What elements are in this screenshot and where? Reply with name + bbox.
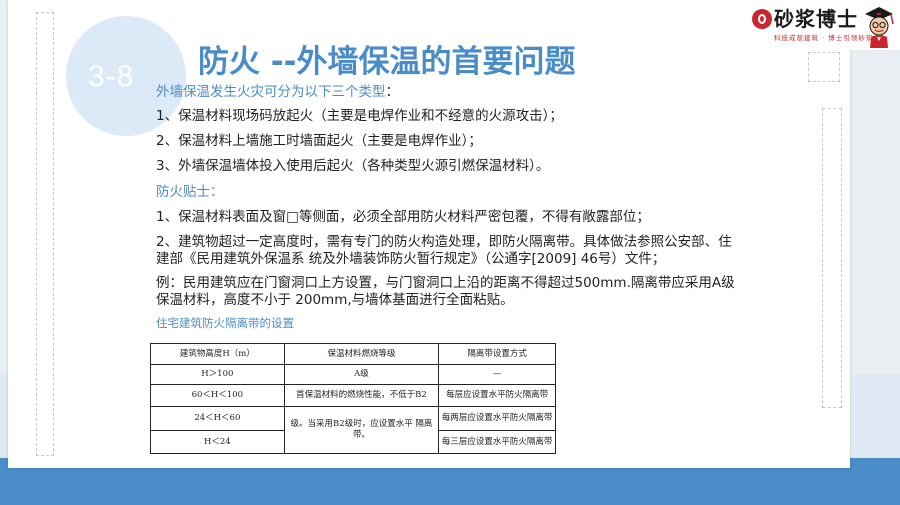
table-cell: 60＜H＜100 [150, 384, 285, 407]
fire-type-2: 2、保温材料上墙施工时墙面起火（主要是电焊作业）； [156, 133, 482, 149]
fire-type-1: 1、保温材料现场码放起火（主要是电焊作业和不经意的火源攻击）； [156, 108, 563, 124]
table-cell: 级。当采用B2级时，应设置水平 隔离带。 [283, 406, 440, 454]
slide-title: 防火 --外墙保温的首要问题 [198, 44, 576, 80]
table-header-cell: 隔离带设置方式 [438, 343, 556, 365]
mascot-icon [865, 7, 894, 48]
table-cell: A级 [283, 364, 440, 385]
table-header-row: 建筑物高度H（m） 保温材料燃烧等级 隔离带设置方式 [150, 343, 556, 365]
fire-type-3: 3、外墙保温墙体投入使用后起火（各种类型火源引燃保温材料）。 [156, 158, 550, 174]
table-header-cell: 保温材料燃烧等级 [283, 343, 440, 365]
tip-2-line-2: 建部《民用建筑外保温系 统及外墙装饰防火暂行规定》（公通字[2009] 46号）… [156, 251, 666, 267]
table-row: 24＜H＜60 级。当采用B2级时，应设置水平 隔离带。 每两层应设置水平防火隔… [150, 406, 556, 454]
table-cell: 首保温材料的燃烧性能，不低于B2 [283, 384, 440, 407]
section-number: 3-8 [88, 60, 135, 93]
placeholder-guide-right-top [808, 52, 840, 82]
table-cell: 每层应设置水平防火隔离带 [438, 384, 556, 407]
table-cell: 24＜H＜60 [150, 406, 285, 431]
tips-heading: 防火贴士： [156, 184, 224, 200]
table-cell: — [438, 364, 556, 385]
table-row: 60＜H＜100 首保温材料的燃烧性能，不低于B2 每层应设置水平防火隔离带 [150, 384, 556, 407]
intro-lead: 外墙保温发生火灾可分为以下三个类型 [156, 84, 386, 100]
table-cell: 每两层应设置水平防火隔离带 [438, 406, 556, 431]
tip-1: 1、保温材料表面及窗□等侧面，必须全部用防火材料严密包覆，不得有敞露部位； [156, 209, 650, 225]
table-row: H＞100 A级 — [150, 364, 556, 385]
intro-colon: ： [385, 84, 400, 100]
logo-name: 砂浆博士 [774, 7, 858, 31]
example-line-2: 保温材料，高度不小于 200mm,与墙体基面进行全面粘贴。 [156, 292, 514, 308]
placeholder-guide-right [822, 108, 842, 408]
table-cell: H＜24 [150, 430, 285, 454]
intro-line: 外墙保温发生火灾可分为以下三个类型： [156, 80, 399, 100]
firebreak-table: 建筑物高度H（m） 保温材料燃烧等级 隔离带设置方式 H＞100 A级 — 60… [150, 343, 556, 454]
table-header-cell: 建筑物高度H（m） [150, 343, 285, 365]
table-cell: 每三层应设置水平防火隔离带 [438, 430, 556, 454]
placeholder-guide-left [36, 12, 54, 456]
table-caption: 住宅建筑防火隔离带的设置 [156, 316, 294, 330]
table-cell: H＞100 [150, 364, 285, 385]
logo-badge-ring [758, 14, 766, 24]
logo-slogan: 科技成就建筑 · 博士引领砂浆 [774, 34, 874, 42]
slide-canvas[interactable]: 3-8 防火 --外墙保温的首要问题 外墙保温发生火灾可分为以下三个类型： 1、… [8, 0, 850, 468]
